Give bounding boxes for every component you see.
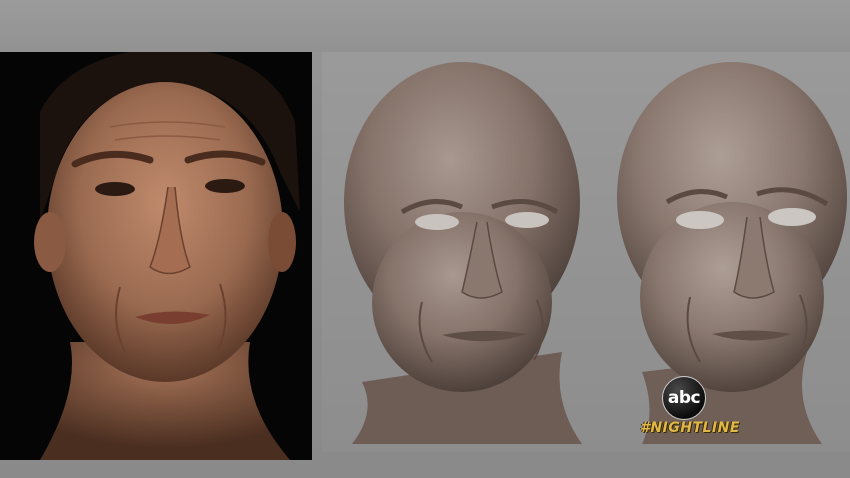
broadcast-watermark: abc #NIGHTLINE bbox=[640, 376, 740, 446]
head-render-left bbox=[344, 62, 582, 444]
face-photo bbox=[34, 52, 300, 460]
head-renders bbox=[344, 62, 847, 444]
face-photo-panel bbox=[0, 52, 312, 460]
abc-logo: abc bbox=[662, 376, 706, 420]
top-strip bbox=[0, 0, 850, 52]
render-panel bbox=[322, 52, 850, 452]
program-tag: #NIGHTLINE bbox=[640, 420, 740, 436]
